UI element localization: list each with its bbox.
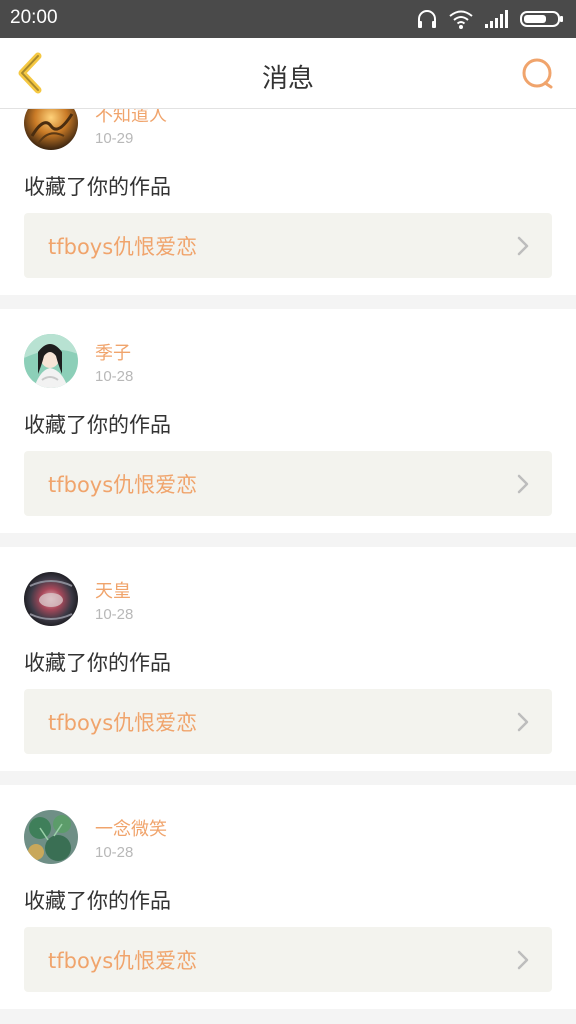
search-button[interactable] [520, 56, 556, 92]
wifi-icon [449, 10, 473, 29]
work-title: tfboys仇恨爱恋 [48, 473, 198, 497]
message-action: 收藏了你的作品 [24, 889, 171, 913]
battery-icon [520, 11, 563, 27]
work-link[interactable]: tfboys仇恨爱恋 [24, 689, 552, 754]
message-card: 不知道人 10-29 收藏了你的作品 tfboys仇恨爱恋 [0, 109, 576, 295]
avatar[interactable] [24, 572, 78, 626]
chevron-right-icon [517, 474, 529, 494]
message-date: 10-28 [95, 368, 134, 385]
chevron-right-icon [517, 712, 529, 732]
status-time: 20:00 [10, 7, 58, 28]
headphones-icon [418, 10, 436, 28]
user-name[interactable]: 天皇 [95, 577, 131, 603]
message-list[interactable]: 不知道人 10-29 收藏了你的作品 tfboys仇恨爱恋 季子 10-28 收… [0, 109, 576, 1024]
chevron-right-icon [517, 236, 529, 256]
message-date: 10-28 [95, 606, 134, 623]
status-icons [416, 8, 566, 30]
work-title: tfboys仇恨爱恋 [48, 711, 198, 735]
message-action: 收藏了你的作品 [24, 413, 171, 437]
header-bar: 消息 [0, 38, 576, 109]
work-link[interactable]: tfboys仇恨爱恋 [24, 927, 552, 992]
avatar[interactable] [24, 810, 78, 864]
work-link[interactable]: tfboys仇恨爱恋 [24, 451, 552, 516]
work-title: tfboys仇恨爱恋 [48, 235, 198, 259]
work-title: tfboys仇恨爱恋 [48, 949, 198, 973]
avatar[interactable] [24, 334, 78, 388]
search-icon [522, 58, 553, 89]
message-date: 10-28 [95, 844, 134, 861]
message-card: 季子 10-28 收藏了你的作品 tfboys仇恨爱恋 [0, 309, 576, 533]
work-link[interactable]: tfboys仇恨爱恋 [24, 213, 552, 278]
user-name[interactable]: 一念微笑 [95, 815, 167, 841]
signal-icon [485, 10, 508, 28]
message-date: 10-29 [95, 130, 134, 147]
message-card: 一念微笑 10-28 收藏了你的作品 tfboys仇恨爱恋 [0, 785, 576, 1009]
page-title: 消息 [261, 64, 314, 94]
status-bar: 20:00 [0, 0, 576, 38]
message-card: 天皇 10-28 收藏了你的作品 tfboys仇恨爱恋 [0, 547, 576, 771]
user-name[interactable]: 季子 [95, 339, 131, 365]
avatar[interactable] [24, 109, 78, 150]
user-name[interactable]: 不知道人 [95, 109, 167, 127]
message-action: 收藏了你的作品 [24, 175, 171, 199]
chevron-right-icon [517, 950, 529, 970]
message-action: 收藏了你的作品 [24, 651, 171, 675]
